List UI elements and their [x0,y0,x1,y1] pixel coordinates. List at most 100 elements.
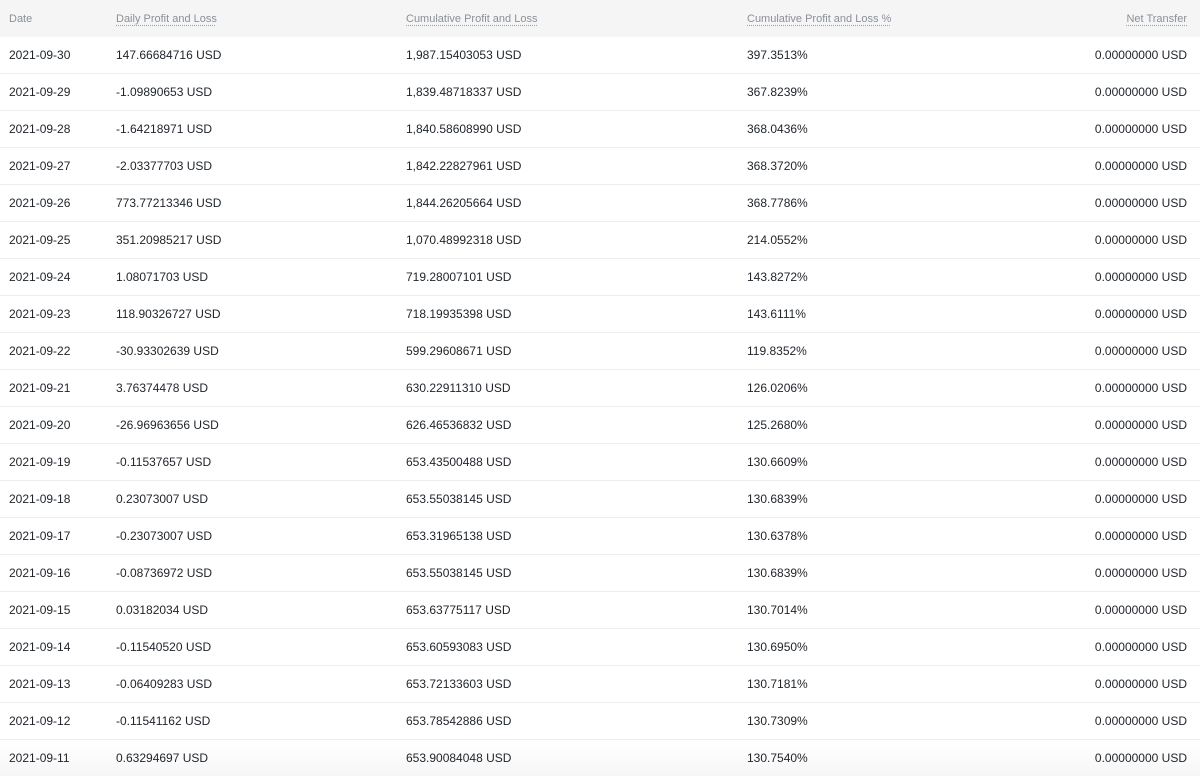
cell-date: 2021-09-24 [0,258,116,296]
table-row: 2021-09-15 0.03182034 USD 653.63775117 USD… [0,591,1200,629]
cell-cumulative-pnl-pct: 143.8272% [747,258,1047,296]
cell-cumulative-pnl: 719.28007101 USD [406,258,747,296]
header-cumulative-pnl-label[interactable]: Cumulative Profit and Loss [406,13,537,25]
cell-cumulative-pnl-pct: 130.7014% [747,591,1047,629]
cell-net-transfer: 0.00000000 USD [1047,480,1200,518]
cell-daily-pnl: -2.03377703 USD [116,147,406,185]
cell-daily-pnl: -26.96963656 USD [116,406,406,444]
header-cumulative-pnl[interactable]: Cumulative Profit and Loss [406,0,747,37]
cell-date: 2021-09-11 [0,739,116,776]
cell-daily-pnl: 0.03182034 USD [116,591,406,629]
cell-cumulative-pnl-pct: 130.6609% [747,443,1047,481]
table-row: 2021-09-13 -0.06409283 USD 653.72133603 US… [0,665,1200,703]
table-row: 2021-09-22 -30.93302639 USD 599.29608671 U… [0,332,1200,370]
header-cumulative-pnl-pct-label[interactable]: Cumulative Profit and Loss % [747,13,891,25]
cell-net-transfer: 0.00000000 USD [1047,73,1200,111]
cell-cumulative-pnl-pct: 367.8239% [747,73,1047,111]
cell-cumulative-pnl-pct: 130.6950% [747,628,1047,666]
cell-cumulative-pnl: 1,987.15403053 USD [406,37,747,74]
cell-cumulative-pnl-pct: 130.6378% [747,517,1047,555]
table-row: 2021-09-21 3.76374478 USD 630.22911310 USD… [0,369,1200,407]
cell-net-transfer: 0.00000000 USD [1047,517,1200,555]
cell-cumulative-pnl: 599.29608671 USD [406,332,747,370]
cell-daily-pnl: -0.11540520 USD [116,628,406,666]
cell-daily-pnl: -30.93302639 USD [116,332,406,370]
cell-cumulative-pnl: 1,840.58608990 USD [406,110,747,148]
table-body: 2021-09-30 147.66684716 USD 1,987.15403053… [0,37,1200,776]
cell-date: 2021-09-23 [0,295,116,333]
cell-net-transfer: 0.00000000 USD [1047,110,1200,148]
cell-cumulative-pnl-pct: 125.2680% [747,406,1047,444]
table-row: 2021-09-12 -0.11541162 USD 653.78542886 US… [0,702,1200,740]
cell-net-transfer: 0.00000000 USD [1047,443,1200,481]
header-date-label: Date [9,12,33,25]
table-row: 2021-09-29 -1.09890653 USD 1,839.48718337 … [0,73,1200,111]
table-row: 2021-09-11 0.63294697 USD 653.90084048 USD… [0,739,1200,776]
header-net-transfer[interactable]: Net Transfer [1047,0,1200,37]
table-row: 2021-09-17 -0.23073007 USD 653.31965138 US… [0,517,1200,555]
cell-net-transfer: 0.00000000 USD [1047,739,1200,776]
cell-daily-pnl: -0.11537657 USD [116,443,406,481]
cell-net-transfer: 0.00000000 USD [1047,184,1200,222]
cell-date: 2021-09-30 [0,37,116,74]
cell-cumulative-pnl: 1,842.22827961 USD [406,147,747,185]
table-row: 2021-09-14 -0.11540520 USD 653.60593083 US… [0,628,1200,666]
cell-date: 2021-09-26 [0,184,116,222]
header-date: Date [0,0,116,37]
cell-cumulative-pnl: 1,844.26205664 USD [406,184,747,222]
cell-date: 2021-09-16 [0,554,116,592]
cell-date: 2021-09-21 [0,369,116,407]
cell-daily-pnl: 351.20985217 USD [116,221,406,259]
header-daily-pnl-label[interactable]: Daily Profit and Loss [116,13,217,25]
cell-cumulative-pnl: 630.22911310 USD [406,369,747,407]
header-net-transfer-label[interactable]: Net Transfer [1126,13,1187,25]
cell-cumulative-pnl: 718.19935398 USD [406,295,747,333]
cell-date: 2021-09-18 [0,480,116,518]
cell-cumulative-pnl-pct: 143.6111% [747,295,1047,333]
cell-net-transfer: 0.00000000 USD [1047,221,1200,259]
cell-net-transfer: 0.00000000 USD [1047,554,1200,592]
header-row: Date Daily Profit and Loss Cumulative Pr… [0,0,1200,37]
cell-date: 2021-09-13 [0,665,116,703]
cell-daily-pnl: -0.06409283 USD [116,665,406,703]
cell-cumulative-pnl-pct: 130.6839% [747,480,1047,518]
cell-daily-pnl: -1.64218971 USD [116,110,406,148]
cell-date: 2021-09-20 [0,406,116,444]
cell-cumulative-pnl-pct: 130.7181% [747,665,1047,703]
table-row: 2021-09-28 -1.64218971 USD 1,840.58608990 … [0,110,1200,148]
cell-net-transfer: 0.00000000 USD [1047,406,1200,444]
cell-cumulative-pnl-pct: 126.0206% [747,369,1047,407]
cell-net-transfer: 0.00000000 USD [1047,369,1200,407]
cell-date: 2021-09-25 [0,221,116,259]
cell-daily-pnl: 0.23073007 USD [116,480,406,518]
cell-cumulative-pnl-pct: 397.3513% [747,37,1047,74]
cell-cumulative-pnl-pct: 214.0552% [747,221,1047,259]
cell-net-transfer: 0.00000000 USD [1047,258,1200,296]
cell-daily-pnl: -0.23073007 USD [116,517,406,555]
header-cumulative-pnl-pct[interactable]: Cumulative Profit and Loss % [747,0,1047,37]
table-row: 2021-09-19 -0.11537657 USD 653.43500488 US… [0,443,1200,481]
cell-date: 2021-09-14 [0,628,116,666]
cell-cumulative-pnl-pct: 130.6839% [747,554,1047,592]
cell-daily-pnl: 147.66684716 USD [116,37,406,74]
cell-date: 2021-09-28 [0,110,116,148]
table-row: 2021-09-16 -0.08736972 USD 653.55038145 US… [0,554,1200,592]
cell-net-transfer: 0.00000000 USD [1047,628,1200,666]
cell-date: 2021-09-17 [0,517,116,555]
cell-net-transfer: 0.00000000 USD [1047,147,1200,185]
cell-date: 2021-09-22 [0,332,116,370]
cell-cumulative-pnl: 653.31965138 USD [406,517,747,555]
cell-daily-pnl: 773.77213346 USD [116,184,406,222]
cell-cumulative-pnl: 653.63775117 USD [406,591,747,629]
cell-cumulative-pnl: 653.43500488 USD [406,443,747,481]
cell-net-transfer: 0.00000000 USD [1047,591,1200,629]
cell-net-transfer: 0.00000000 USD [1047,295,1200,333]
header-daily-pnl[interactable]: Daily Profit and Loss [116,0,406,37]
cell-cumulative-pnl: 653.72133603 USD [406,665,747,703]
cell-cumulative-pnl: 1,070.48992318 USD [406,221,747,259]
table-row: 2021-09-30 147.66684716 USD 1,987.15403053… [0,37,1200,74]
cell-date: 2021-09-12 [0,702,116,740]
cell-cumulative-pnl: 653.78542886 USD [406,702,747,740]
cell-date: 2021-09-29 [0,73,116,111]
table-row: 2021-09-23 118.90326727 USD 718.19935398 U… [0,295,1200,333]
